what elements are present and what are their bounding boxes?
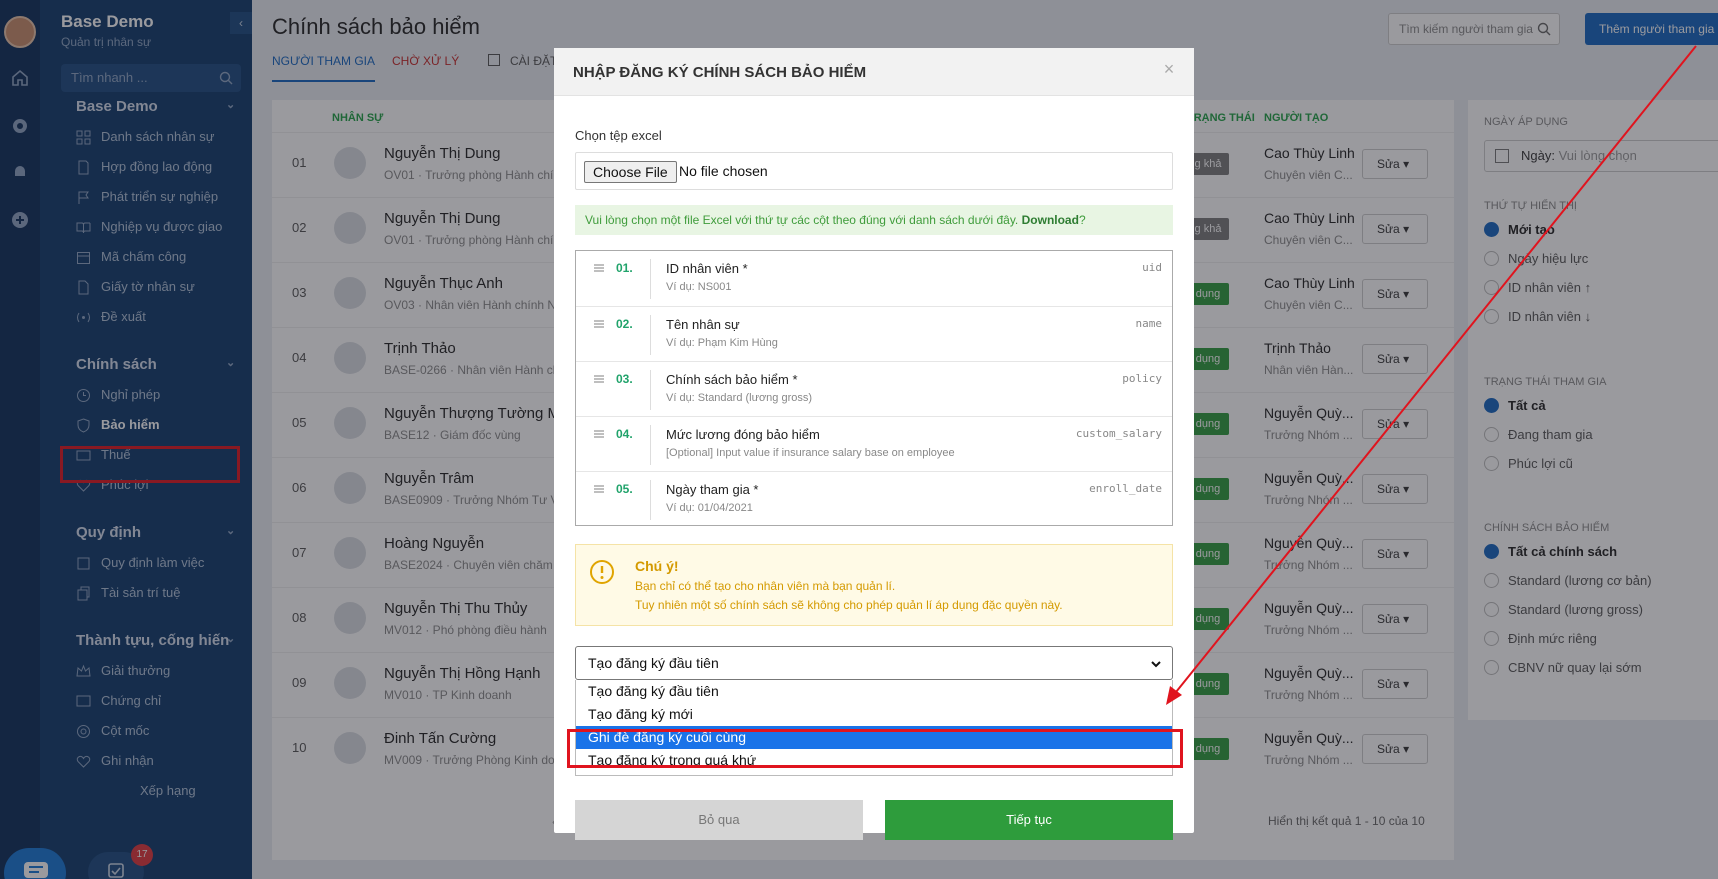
close-icon[interactable]: × <box>1160 60 1178 78</box>
column-index: 01. <box>616 261 633 275</box>
divider <box>650 425 651 465</box>
cancel-button[interactable]: Bỏ qua <box>575 800 863 840</box>
warning-line-1: Bạn chỉ có thể tạo cho nhân viên mà bạn … <box>635 579 896 593</box>
column-example: Ví dụ: Phạm Kim Hùng <box>666 337 778 349</box>
column-name: Ngày tham gia * <box>666 482 759 497</box>
column-name: Chính sách bảo hiểm * <box>666 372 798 387</box>
column-example: Ví dụ: Standard (lương gross) <box>666 392 813 404</box>
column-key: enroll_date <box>1089 482 1162 495</box>
column-key: policy <box>1122 372 1162 385</box>
column-row[interactable]: 03. Chính sách bảo hiểm * Ví dụ: Standar… <box>576 361 1172 416</box>
drag-handle-icon[interactable] <box>594 263 604 273</box>
column-key: custom_salary <box>1075 427 1162 440</box>
warning-alert: Chú ý! Bạn chỉ có thể tạo cho nhân viên … <box>575 544 1173 626</box>
choose-file-button[interactable]: Choose File <box>584 161 677 183</box>
drag-handle-icon[interactable] <box>594 484 604 494</box>
annotation-highlight-option <box>567 729 1183 768</box>
column-list: 01. ID nhân viên * Ví dụ: NS001 uid 02. … <box>575 250 1173 526</box>
divider <box>650 315 651 355</box>
warning-line-2: Tuy nhiên một số chính sách sẽ không cho… <box>635 598 1063 612</box>
column-index: 03. <box>616 372 633 386</box>
drag-handle-icon[interactable] <box>594 319 604 329</box>
continue-button[interactable]: Tiếp tục <box>885 800 1173 840</box>
import-modal: NHẬP ĐĂNG KÝ CHÍNH SÁCH BẢO HIỂM × Chọn … <box>554 48 1194 840</box>
dropdown-option[interactable]: Tạo đăng ký mới <box>576 703 1172 726</box>
column-index: 05. <box>616 482 633 496</box>
column-example: Ví dụ: 01/04/2021 <box>666 502 753 514</box>
column-row[interactable]: 05. Ngày tham gia * Ví dụ: 01/04/2021 en… <box>576 471 1172 526</box>
column-index: 02. <box>616 317 633 331</box>
column-name: Tên nhân sự <box>666 317 740 332</box>
divider <box>650 480 651 520</box>
file-status: No file chosen <box>679 163 768 179</box>
file-label: Chọn tệp excel <box>575 128 662 143</box>
info-question-mark: ? <box>1078 213 1086 227</box>
import-mode-select[interactable]: Tạo đăng ký đầu tiên <box>575 646 1173 680</box>
chevron-down-icon <box>1150 658 1162 670</box>
column-key: name <box>1135 317 1163 330</box>
column-row[interactable]: 04. Mức lương đóng bảo hiểm [Optional] I… <box>576 416 1172 471</box>
column-index: 04. <box>616 427 633 441</box>
excel-file-input[interactable]: Choose File No file chosen <box>575 152 1173 190</box>
warning-icon <box>589 559 615 585</box>
column-name: ID nhân viên * <box>666 261 748 276</box>
column-row[interactable]: 01. ID nhân viên * Ví dụ: NS001 uid <box>576 251 1172 306</box>
divider <box>650 370 651 410</box>
column-example: Ví dụ: NS001 <box>666 281 732 293</box>
column-row[interactable]: 02. Tên nhân sự Ví dụ: Phạm Kim Hùng nam… <box>576 306 1172 361</box>
drag-handle-icon[interactable] <box>594 374 604 384</box>
column-name: Mức lương đóng bảo hiểm <box>666 427 820 442</box>
modal-header: NHẬP ĐĂNG KÝ CHÍNH SÁCH BẢO HIỂM × <box>554 48 1194 96</box>
drag-handle-icon[interactable] <box>594 429 604 439</box>
column-key: uid <box>1142 261 1162 274</box>
dropdown-option[interactable]: Tạo đăng ký đầu tiên <box>576 680 1172 703</box>
info-text: Vui lòng chọn một file Excel với thứ tự … <box>585 213 1019 227</box>
download-link[interactable]: Download <box>1022 213 1079 227</box>
warning-title: Chú ý! <box>635 558 679 574</box>
modal-title: NHẬP ĐĂNG KÝ CHÍNH SÁCH BẢO HIỂM <box>573 64 867 81</box>
divider <box>650 259 651 299</box>
select-value: Tạo đăng ký đầu tiên <box>588 655 719 671</box>
column-example: [Optional] Input value if insurance sala… <box>666 447 955 459</box>
info-alert: Vui lòng chọn một file Excel với thứ tự … <box>575 205 1173 235</box>
